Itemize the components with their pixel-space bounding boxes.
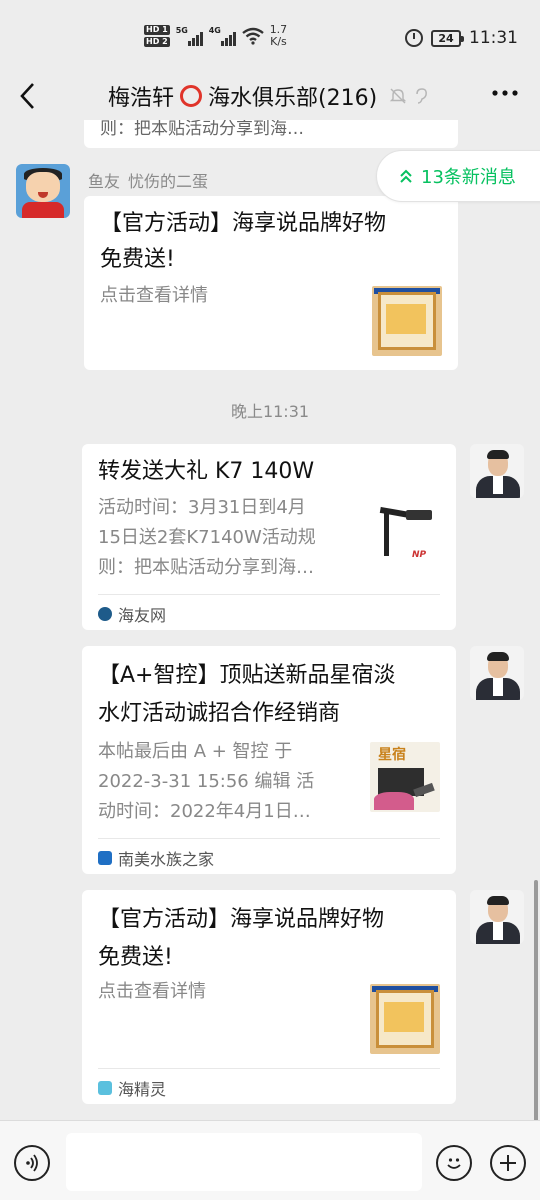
status-bar: HD 1 HD 2 5G 4G 1.7 K/s 24 11:31 xyxy=(0,0,540,72)
card-description: 点击查看详情 xyxy=(98,981,206,1002)
voice-icon xyxy=(26,1154,38,1172)
earpiece-icon xyxy=(416,88,428,104)
card-desc-line2: 2022-3-31 15:56 编辑 活 xyxy=(98,771,315,792)
card-title-line2: 免费送! xyxy=(98,945,173,970)
status-indicators: HD 1 HD 2 5G 4G 1.7 K/s xyxy=(144,24,287,48)
wifi-icon xyxy=(241,27,264,45)
mute-bell-icon xyxy=(389,88,407,104)
speed-unit: K/s xyxy=(270,35,287,48)
source-logo-icon xyxy=(98,607,112,621)
card-source: 南美水族之家 xyxy=(98,846,214,870)
card-title-line2: 水灯活动诚招合作经销商 xyxy=(98,701,341,726)
card-source-name: 海精灵 xyxy=(118,1080,167,1099)
source-logo-icon xyxy=(98,1081,112,1095)
link-card-k7[interactable]: 转发送大礼 K7 140W 活动时间：3月31日到4月 15日送2套K7140W… xyxy=(82,444,456,630)
previous-message-text: 则：把本贴活动分享到海… xyxy=(100,120,304,139)
card-title-line2: 免费送! xyxy=(100,247,175,272)
card-thumbnail-image xyxy=(370,984,440,1054)
sender-name: 鱼友 忧伤的二蛋 xyxy=(88,168,208,192)
link-card-haixiangshuo[interactable]: 【官方活动】海享说品牌好物 免费送! 点击查看详情 xyxy=(84,196,458,370)
card-source: 海友网 xyxy=(98,602,166,626)
input-bar xyxy=(0,1120,540,1200)
card-desc-line1: 活动时间：3月31日到4月 xyxy=(98,497,306,518)
card-thumbnail-lamp: NP xyxy=(370,498,440,568)
emoji-button[interactable] xyxy=(436,1145,472,1181)
more-dots-icon xyxy=(492,90,518,96)
card-thumbnail-product: 星宿 xyxy=(370,742,440,812)
plus-icon xyxy=(500,1155,516,1171)
card-title-line1: 【官方活动】海享说品牌好物 xyxy=(100,211,387,236)
signal-4g-label: 4G xyxy=(208,26,221,35)
more-actions-button[interactable] xyxy=(490,1145,526,1181)
alarm-icon xyxy=(405,29,423,47)
card-desc-line3: 则：把本贴活动分享到海… xyxy=(98,557,314,578)
card-source: 海精灵 xyxy=(98,1076,166,1100)
sender-avatar[interactable] xyxy=(16,164,70,218)
message-timestamp: 晚上11:31 xyxy=(230,402,310,421)
red-ring-emoji-icon xyxy=(180,85,203,107)
hd-badges: HD 1 HD 2 xyxy=(144,25,170,47)
voice-input-button[interactable] xyxy=(14,1145,50,1181)
title-suffix: 海水俱乐部(216) xyxy=(208,86,378,111)
card-title-line1: 【官方活动】海享说品牌好物 xyxy=(98,907,385,932)
card-desc-line2: 15日送2套K7140W活动规 xyxy=(98,527,316,548)
message-input[interactable] xyxy=(66,1133,422,1191)
my-avatar[interactable] xyxy=(470,444,524,498)
battery-level: 24 xyxy=(438,31,454,45)
card-source-name: 南美水族之家 xyxy=(118,850,215,869)
more-options-button[interactable] xyxy=(490,78,520,115)
card-title: 转发送大礼 K7 140W xyxy=(98,459,315,484)
card-desc-line1: 本帖最后由 A + 智控 于 xyxy=(98,741,293,762)
card-divider xyxy=(98,594,440,595)
source-logo-icon xyxy=(98,851,112,865)
chevron-left-icon xyxy=(20,83,34,109)
hd2-badge: HD 2 xyxy=(144,37,170,47)
hd1-badge: HD 1 xyxy=(144,25,170,35)
signal-5g-icon: 5G xyxy=(176,26,203,46)
network-speed: 1.7 K/s xyxy=(270,24,288,48)
chat-title: 梅浩轩 海水俱乐部(216) xyxy=(108,80,429,112)
thumbnail-title-text: 星宿 xyxy=(378,747,406,763)
signal-5g-label: 5G xyxy=(175,26,188,35)
smiley-icon xyxy=(447,1158,461,1169)
signal-4g-icon: 4G xyxy=(209,26,236,46)
card-title-line1: 【A+智控】顶贴送新品星宿淡 xyxy=(98,663,396,688)
my-avatar[interactable] xyxy=(470,646,524,700)
scrollbar[interactable] xyxy=(534,880,538,1120)
card-thumbnail-image xyxy=(372,286,442,356)
back-button[interactable] xyxy=(14,78,44,114)
previous-message-card[interactable]: 则：把本贴活动分享到海… xyxy=(84,120,458,148)
card-source-name: 海友网 xyxy=(118,606,167,625)
card-description: 点击查看详情 xyxy=(100,285,208,306)
clock: 11:31 xyxy=(469,28,518,48)
sender-nickname: 忧伤的二蛋 xyxy=(128,172,209,191)
battery-icon: 24 xyxy=(431,29,464,47)
double-chevron-up-icon xyxy=(400,169,412,183)
link-card-aplus[interactable]: 【A+智控】顶贴送新品星宿淡 水灯活动诚招合作经销商 本帖最后由 A + 智控 … xyxy=(82,646,456,874)
card-divider xyxy=(98,1068,440,1069)
card-divider xyxy=(98,838,440,839)
sender-label: 鱼友 xyxy=(88,172,121,191)
chat-messages[interactable]: 则：把本贴活动分享到海… 13条新消息 鱼友 忧伤的二蛋 【官方活动】海享说品牌好… xyxy=(0,120,540,1120)
card-desc-line3: 动时间：2022年4月1日… xyxy=(98,801,311,822)
title-prefix: 梅浩轩 xyxy=(108,86,175,111)
my-avatar[interactable] xyxy=(470,890,524,944)
status-right: 24 11:31 xyxy=(405,28,518,48)
link-card-haixiangshuo[interactable]: 【官方活动】海享说品牌好物 免费送! 点击查看详情 海精灵 xyxy=(82,890,456,1104)
new-messages-label: 13条新消息 xyxy=(421,167,516,188)
thumbnail-logo-text: NP xyxy=(412,550,427,560)
chat-header: 梅浩轩 海水俱乐部(216) xyxy=(0,72,540,120)
new-messages-button[interactable]: 13条新消息 xyxy=(376,150,540,202)
